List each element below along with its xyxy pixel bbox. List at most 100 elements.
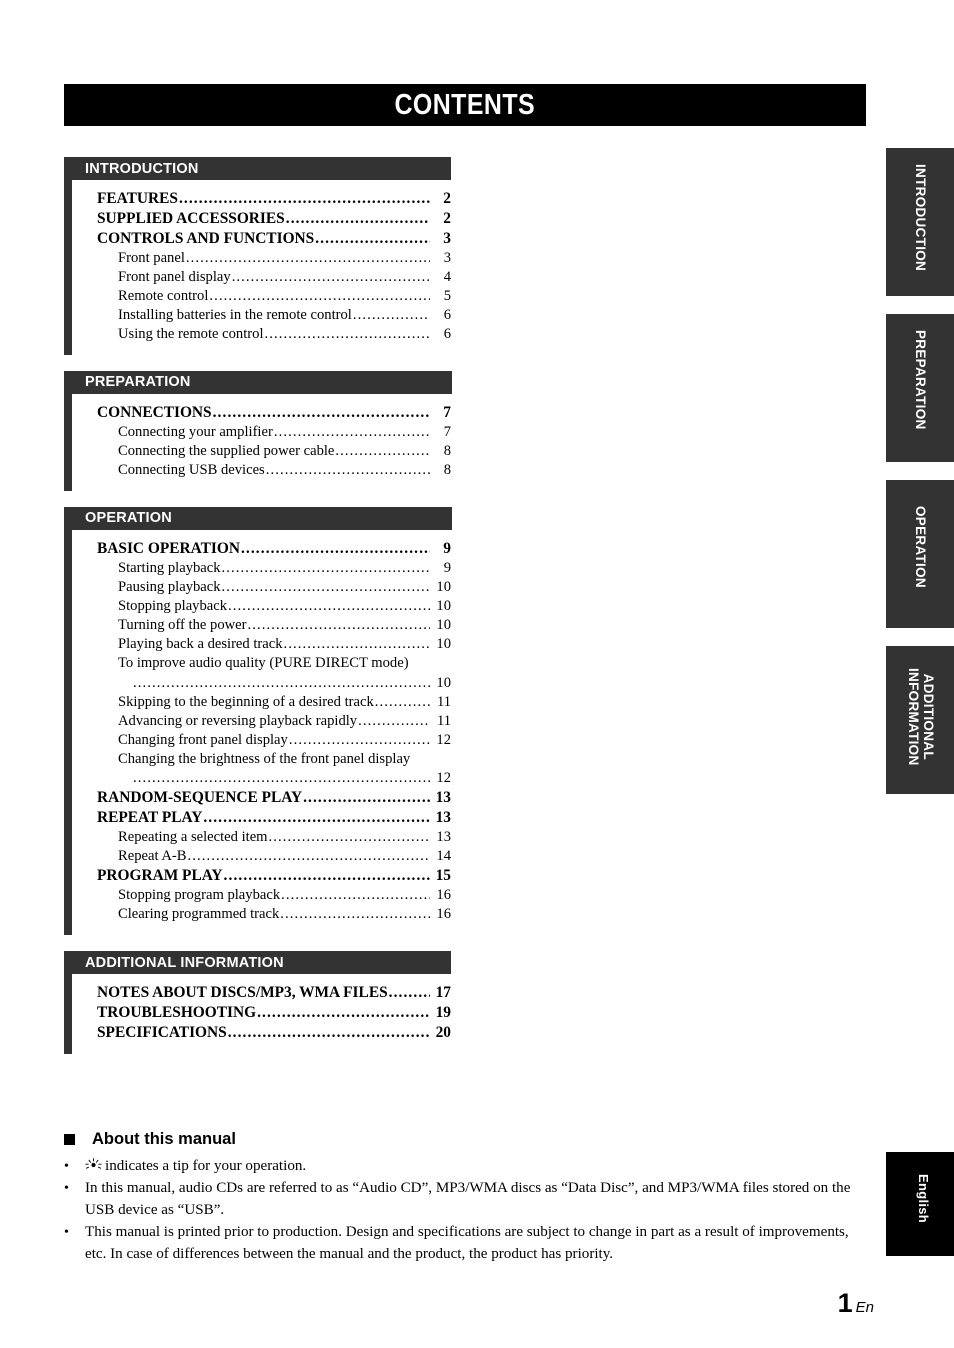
toc-entry[interactable]: To improve audio quality (PURE DIRECT mo… [72,654,464,693]
toc-entry[interactable]: Playing back a desired track............… [72,635,464,654]
dot-leader: ........................................… [273,423,430,440]
side-tab-operation[interactable]: OPERATION [886,480,954,628]
toc-entry[interactable]: Turning off the power...................… [72,616,464,635]
toc-entry-label: SPECIFICATIONS [97,1024,227,1042]
section-entries-operation: BASIC OPERATION.........................… [72,530,464,936]
toc-entry[interactable]: Advancing or reversing playback rapidly.… [72,712,464,731]
side-tab-label: OPERATION [913,506,928,588]
dot-leader: ........................................… [268,829,430,846]
dot-leader: ........................................… [178,190,430,207]
bullet-dot-icon: • [64,1181,69,1197]
toc-entry[interactable]: Connecting the supplied power cable.....… [72,442,464,461]
dot-leader: ........................................… [303,789,430,807]
side-tab-label: English [916,1174,931,1224]
section-header-preparation: PREPARATION [72,370,452,394]
section-header-additional-information: ADDITIONAL INFORMATION [72,951,451,975]
toc-entry-label: PROGRAM PLAY [97,867,223,885]
table-of-contents: INTRODUCTION FEATURES...................… [64,157,464,1070]
section-accent-bar [64,157,72,355]
toc-entry-label: Installing batteries in the remote contr… [118,306,352,323]
toc-entry[interactable]: Connecting your amplifier...............… [72,423,464,442]
dot-leader: ........................................… [264,325,431,342]
toc-entry[interactable]: CONNECTIONS.............................… [72,403,464,423]
toc-entry-label: Turning off the power [118,616,247,633]
dot-leader: ........................................… [358,712,430,729]
toc-entry-label: Starting playback [118,559,221,576]
toc-entry[interactable]: SUPPLIED ACCESSORIES....................… [72,209,464,229]
toc-entry[interactable]: Front panel display.....................… [72,268,464,287]
dot-leader: ........................................… [221,559,430,576]
toc-entry[interactable]: Repeating a selected item...............… [72,828,464,847]
side-tab-label-line1: ADDITIONAL [921,673,936,760]
dot-leader: ........................................… [280,906,430,923]
tip-sun-icon [85,1158,102,1171]
toc-entry-label: Clearing programmed track [118,906,280,923]
list-item-text: indicates a tip for your operation. [105,1158,307,1174]
toc-entry[interactable]: Starting playback.......................… [72,559,464,578]
dot-leader: ........................................… [187,848,431,865]
toc-entry[interactable]: Skipping to the beginning of a desired t… [72,693,464,712]
side-tab-language[interactable]: English [886,1152,954,1256]
toc-entry-label: SUPPLIED ACCESSORIES [97,210,285,228]
toc-entry[interactable]: Installing batteries in the remote contr… [72,306,464,325]
toc-entry-page: 17 [435,984,451,1002]
toc-entry[interactable]: BASIC OPERATION.........................… [72,539,464,559]
about-bullet-list: • indicates a tip for your operation. • … [64,1156,864,1265]
side-tab-label: PREPARATION [913,330,928,430]
dot-leader: ........................................… [285,210,430,228]
toc-entry-page: 11 [436,712,451,729]
toc-entry-label: Changing front panel display [118,731,288,748]
toc-entry[interactable]: RANDOM-SEQUENCE PLAY....................… [72,788,464,808]
toc-entry-page: 9 [443,559,451,576]
side-tab-introduction[interactable]: INTRODUCTION [886,148,954,296]
toc-entry[interactable]: CONTROLS AND FUNCTIONS..................… [72,229,464,249]
toc-entry[interactable]: Pausing playback........................… [72,578,464,597]
section-entries-additional-information: NOTES ABOUT DISCS/MP3, WMA FILES........… [72,974,464,1054]
toc-entry[interactable]: Clearing programmed track...............… [72,905,464,924]
toc-entry-label: Skipping to the beginning of a desired t… [118,693,374,710]
section-accent-bar [64,506,72,936]
toc-entry-label: Changing the brightness of the front pan… [118,750,411,767]
toc-entry[interactable]: TROUBLESHOOTING.........................… [72,1003,464,1023]
toc-entry-page: 20 [435,1024,451,1042]
toc-entry[interactable]: PROGRAM PLAY............................… [72,866,464,886]
toc-entry-page: 6 [443,306,451,323]
toc-entry[interactable]: Repeat A-B..............................… [72,847,464,866]
toc-entry[interactable]: Changing the brightness of the front pan… [72,750,464,789]
toc-entry[interactable]: SPECIFICATIONS..........................… [72,1023,464,1043]
toc-entry[interactable]: Stopping playback.......................… [72,597,464,616]
toc-entry-label: Repeat A-B [118,848,187,865]
side-tab-preparation[interactable]: PREPARATION [886,314,954,462]
about-heading-label: About this manual [92,1130,236,1148]
toc-entry[interactable]: Front panel.............................… [72,249,464,268]
dot-leader: ........................................… [335,442,430,459]
toc-entry-label: Connecting your amplifier [118,423,273,440]
toc-entry[interactable]: FEATURES................................… [72,189,464,209]
toc-entry[interactable]: Connecting USB devices..................… [72,461,464,480]
about-this-manual-section: About this manual • indicates a tip for … [64,1130,864,1266]
list-item-text-wrapper: indicates a tip for your operation. [85,1156,864,1177]
dot-leader: ........................................… [223,867,430,885]
toc-entry-page: 10 [436,674,451,691]
dot-leader: ........................................… [374,693,430,710]
toc-entry[interactable]: Changing front panel display............… [72,731,464,750]
toc-entry-page: 6 [443,325,451,342]
side-tab-additional-information[interactable]: ADDITIONAL INFORMATION [886,646,954,794]
page-title-bar: CONTENTS [64,84,866,126]
dot-leader: ........................................… [227,1024,430,1042]
toc-entry[interactable]: Remote control..........................… [72,287,464,306]
toc-entry[interactable]: Using the remote control................… [72,325,464,344]
toc-entry[interactable]: NOTES ABOUT DISCS/MP3, WMA FILES........… [72,983,464,1003]
toc-entry-page: 12 [436,770,451,787]
page-title: CONTENTS [394,88,536,121]
toc-entry-label: Using the remote control [118,325,264,342]
toc-entry-page: 14 [436,848,451,865]
toc-entry-label: RANDOM-SEQUENCE PLAY [97,789,303,807]
toc-entry[interactable]: REPEAT PLAY.............................… [72,808,464,828]
toc-entry-label: Playing back a desired track [118,635,283,652]
toc-entry[interactable]: Stopping program playback...............… [72,886,464,905]
toc-entry-page: 11 [436,693,451,710]
toc-entry-label: Repeating a selected item [118,829,268,846]
toc-entry-page: 13 [436,829,451,846]
toc-entry-page: 19 [435,1004,451,1022]
